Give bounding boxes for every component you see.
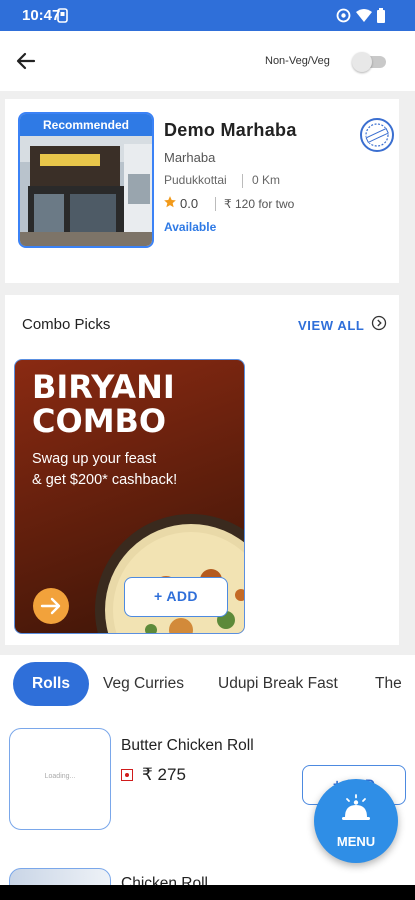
exclusive-badge-icon xyxy=(360,118,394,152)
item-price: ₹ 275 xyxy=(142,765,186,784)
system-navigation-bar xyxy=(0,885,415,900)
combo-picks-title: Combo Picks xyxy=(22,316,111,333)
back-arrow-icon[interactable] xyxy=(14,49,38,73)
divider xyxy=(242,174,243,188)
restaurant-name: Demo Marhaba xyxy=(164,120,297,140)
non-veg-indicator-icon xyxy=(121,769,133,781)
status-bar: 10:47 xyxy=(0,0,415,31)
restaurant-price: ₹ 120 for two xyxy=(224,197,295,211)
combo-picks-section: Combo Picks VIEW ALL BIRYANI COMBO Swag u… xyxy=(5,295,399,645)
veg-toggle-label: Non-Veg/Veg xyxy=(265,55,330,67)
promo-text: Swag up your feast & get $200* cashback! xyxy=(32,449,177,491)
availability-status: Available xyxy=(164,220,217,234)
view-all-link[interactable]: VIEW ALL xyxy=(298,318,364,333)
chevron-right-circle-icon[interactable] xyxy=(371,315,387,331)
restaurant-subtitle: Marhaba xyxy=(164,150,216,165)
category-tabs: Rolls Veg Curries Udupi Break Fast The xyxy=(0,655,415,715)
loading-text: Loading... xyxy=(44,773,76,780)
cloche-icon xyxy=(342,794,370,820)
tab-udupi-break-fast[interactable]: Udupi Break Fast xyxy=(218,662,338,706)
restaurant-distance: 0 Km xyxy=(252,173,281,187)
tab-rolls[interactable]: Rolls xyxy=(13,662,89,706)
toggle-knob xyxy=(352,52,372,72)
divider xyxy=(215,197,216,211)
promo-headline: BIRYANI COMBO xyxy=(32,370,175,438)
item-name: Chicken Roll xyxy=(121,875,209,885)
item-thumbnail[interactable] xyxy=(9,868,111,885)
item-name: Butter Chicken Roll xyxy=(121,737,254,754)
promo-add-button[interactable]: + ADD xyxy=(124,577,228,617)
star-icon xyxy=(164,196,176,208)
sim-icon xyxy=(57,8,68,23)
promo-headline-line-1: BIRYANI xyxy=(32,368,175,406)
arrow-right-icon xyxy=(40,597,61,615)
restaurant-location: Pudukkottai xyxy=(164,173,227,187)
battery-icon xyxy=(377,8,385,23)
promo-headline-line-2: COMBO xyxy=(32,402,167,440)
promo-text-line-1: Swag up your feast xyxy=(32,451,157,467)
tab-the[interactable]: The xyxy=(375,662,402,706)
promo-text-line-2: & get $200* cashback! xyxy=(32,472,178,488)
recommended-badge: Recommended xyxy=(20,114,152,136)
promo-arrow-button[interactable] xyxy=(33,588,69,624)
menu-fab-button[interactable]: MENU xyxy=(314,779,398,863)
item-thumbnail[interactable]: Loading... xyxy=(9,728,111,830)
biryani-combo-banner[interactable]: BIRYANI COMBO Swag up your feast & get $20… xyxy=(14,359,245,634)
restaurant-photo: Recommended xyxy=(18,112,154,248)
tab-veg-curries[interactable]: Veg Curries xyxy=(103,662,184,706)
status-time: 10:47 xyxy=(22,7,61,24)
restaurant-card[interactable]: Recommended Demo Marhaba Marhaba Pudukko… xyxy=(5,99,399,283)
menu-fab-label: MENU xyxy=(336,834,376,849)
restaurant-rating: 0.0 xyxy=(180,196,199,211)
wifi-icon xyxy=(356,9,372,22)
app-bar: Non-Veg/Veg xyxy=(0,31,415,91)
veg-toggle-switch[interactable] xyxy=(352,52,388,72)
data-saver-icon xyxy=(336,8,351,23)
